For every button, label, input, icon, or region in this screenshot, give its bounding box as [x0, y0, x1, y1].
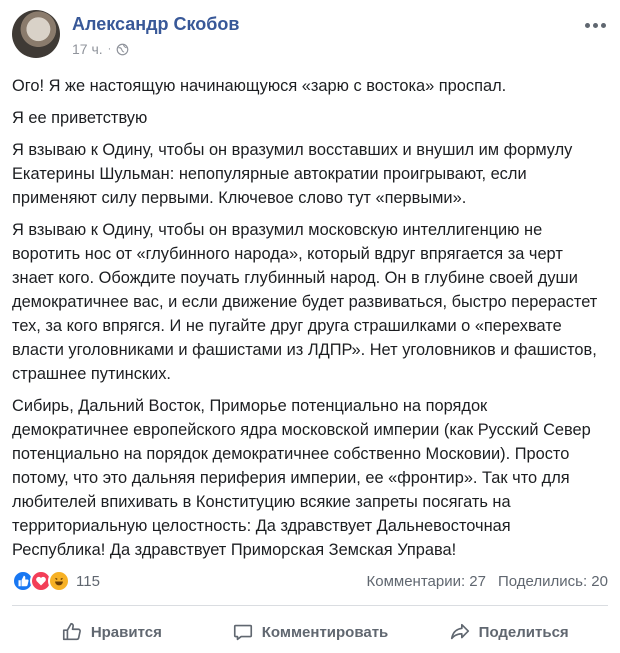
comment-button[interactable]: Комментировать	[211, 612, 410, 652]
comment-icon	[233, 624, 252, 641]
comment-label: Комментировать	[261, 623, 389, 641]
post-actions: Нравится Комментировать Поделиться	[12, 612, 608, 652]
reactions-summary[interactable]: 115	[12, 567, 100, 595]
share-label: Поделиться	[478, 623, 569, 641]
share-icon	[450, 623, 469, 640]
post-paragraph: Я взываю к Одину, чтобы он вразумил моск…	[12, 221, 598, 383]
thumbs-up-icon	[62, 622, 81, 641]
engagement-counts: Комментарии: 27 Поделились: 20	[367, 567, 609, 595]
avatar[interactable]	[12, 10, 60, 58]
post-time[interactable]: 17 ч.	[72, 41, 103, 57]
post-paragraph: Я взываю к Одину, чтобы он вразумил восс…	[12, 141, 573, 207]
shares-count[interactable]: Поделились: 20	[498, 573, 608, 590]
post-paragraph: Сибирь, Дальний Восток, Приморье потенци…	[12, 397, 591, 559]
comments-count[interactable]: Комментарии: 27	[367, 573, 487, 590]
more-options-icon[interactable]	[582, 16, 608, 34]
post-header: Александр Скобов 17 ч. ·	[12, 10, 608, 64]
share-button[interactable]: Поделиться	[409, 612, 608, 652]
like-label: Нравится	[90, 623, 162, 641]
reaction-count: 115	[76, 572, 100, 590]
author-name[interactable]: Александр Скобов	[72, 14, 239, 35]
meta-separator: ·	[107, 43, 112, 55]
post-text: Ого! Я же настоящую начинающуюся «зарю с…	[12, 74, 608, 570]
haha-reaction-icon	[48, 570, 70, 592]
globe-icon	[116, 43, 129, 55]
post-stats: 115 Комментарии: 27 Поделились: 20	[12, 567, 608, 595]
divider	[12, 605, 608, 606]
post-paragraph: Я ее приветствую	[12, 109, 148, 127]
post-paragraph: Ого! Я же настоящую начинающуюся «зарю с…	[12, 77, 507, 95]
post-meta: 17 ч. ·	[72, 41, 129, 57]
like-button[interactable]: Нравится	[12, 612, 211, 652]
